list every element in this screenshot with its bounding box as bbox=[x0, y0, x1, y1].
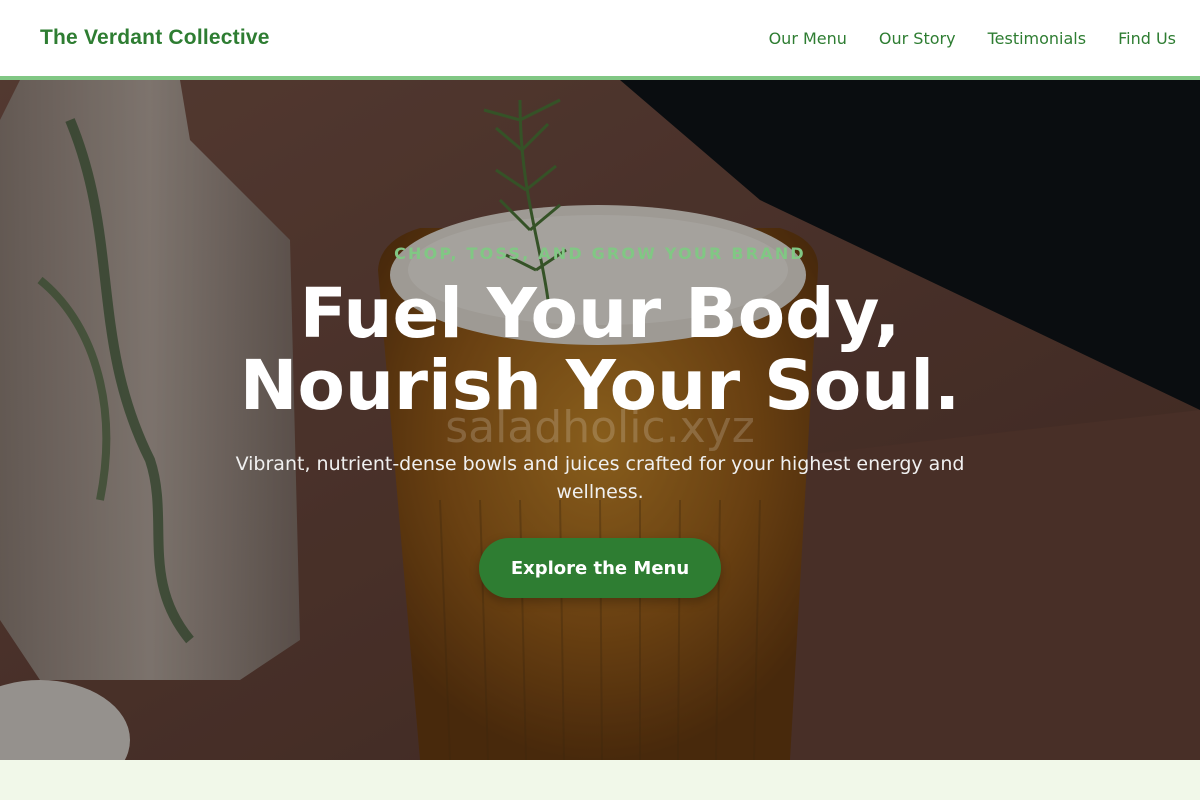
hero-eyebrow: CHOP, TOSS, AND GROW YOUR BRAND bbox=[394, 244, 806, 263]
hero-headline-line-2: Nourish Your Soul. bbox=[239, 346, 961, 426]
hero-headline-line-1: Fuel Your Body, bbox=[299, 274, 901, 354]
nav-link-find-us[interactable]: Find Us bbox=[1118, 29, 1176, 48]
main-nav: Our Menu Our Story Testimonials Find Us bbox=[737, 29, 1176, 48]
hero-subtext: Vibrant, nutrient-dense bowls and juices… bbox=[235, 453, 965, 503]
brand-logo-text[interactable]: The Verdant Collective bbox=[40, 26, 270, 50]
nav-link-our-story[interactable]: Our Story bbox=[879, 29, 956, 48]
nav-link-our-menu[interactable]: Our Menu bbox=[769, 29, 847, 48]
explore-menu-button[interactable]: Explore the Menu bbox=[479, 538, 721, 598]
hero-section: saladholic.xyz CHOP, TOSS, AND GROW YOUR… bbox=[0, 80, 1200, 760]
top-navbar: The Verdant Collective Our Menu Our Stor… bbox=[0, 0, 1200, 80]
nav-link-testimonials[interactable]: Testimonials bbox=[988, 29, 1087, 48]
next-section-band bbox=[0, 760, 1200, 800]
hero-headline: Fuel Your Body, Nourish Your Soul. bbox=[0, 278, 1200, 422]
